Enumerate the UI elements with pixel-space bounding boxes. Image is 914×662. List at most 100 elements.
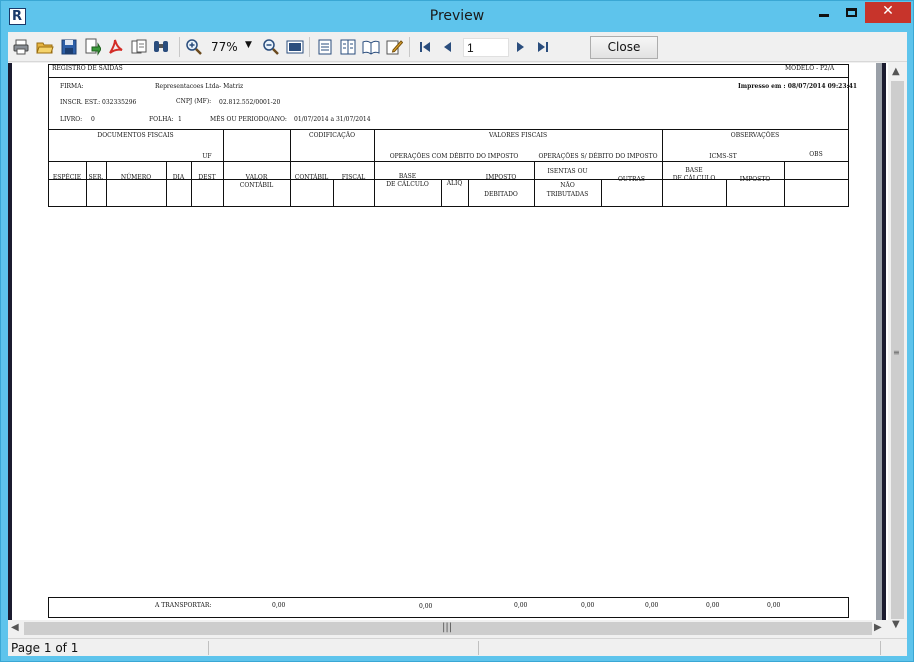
col-contabil: CONTÁBIL bbox=[294, 174, 329, 181]
preview-window: R Preview ✕ 77% ▼ 1 Close REGISTRO DE SA… bbox=[0, 0, 914, 662]
col-base: BASE bbox=[398, 173, 417, 180]
col-outras: OUTRAS bbox=[618, 176, 645, 183]
page-border-right bbox=[882, 63, 886, 635]
page-width-icon[interactable] bbox=[286, 38, 304, 56]
status-separator bbox=[208, 641, 209, 655]
edit-icon[interactable] bbox=[385, 38, 403, 56]
footer-value: 0,00 bbox=[767, 602, 781, 609]
window-close-button[interactable]: ✕ bbox=[865, 2, 911, 23]
footer-label: A TRANSPORTAR: bbox=[155, 602, 212, 609]
zoom-value: 77% bbox=[211, 40, 238, 54]
export-icon[interactable] bbox=[83, 38, 101, 56]
open-icon[interactable] bbox=[36, 38, 54, 56]
page-status: Page 1 of 1 bbox=[11, 641, 79, 655]
save-icon[interactable] bbox=[60, 38, 78, 56]
header-op-sem-debito: OPERAÇÕES S/ DÉBITO DO IMPOSTO bbox=[538, 153, 658, 160]
header-op-com-debito: OPERAÇÕES COM DÉBITO DO IMPOSTO bbox=[389, 153, 519, 160]
two-pages-icon[interactable] bbox=[339, 38, 357, 56]
next-page-icon[interactable] bbox=[511, 38, 529, 56]
horizontal-scroll-thumb[interactable]: ||| bbox=[24, 622, 872, 635]
inscr-label: INSCR. EST.: bbox=[60, 99, 101, 106]
col-nao: NÃO bbox=[560, 182, 575, 189]
col-dest: DEST bbox=[198, 174, 216, 181]
footer-value: 0,00 bbox=[581, 602, 595, 609]
maximize-icon bbox=[846, 8, 857, 17]
rule bbox=[223, 129, 224, 207]
livro-value: 0 bbox=[91, 116, 95, 123]
client-area: 77% ▼ 1 Close REGISTRO DE SAÍDAS MODELO … bbox=[8, 32, 907, 656]
chevron-down-icon: ▼ bbox=[245, 40, 252, 50]
footer-value: 0,00 bbox=[514, 602, 528, 609]
report-page: REGISTRO DE SAÍDAS MODELO - P2/A FIRMA: … bbox=[48, 63, 857, 635]
rule bbox=[848, 597, 849, 618]
status-bar: Page 1 of 1 bbox=[8, 638, 907, 656]
minimize-icon bbox=[819, 14, 829, 17]
header-obs: OBS bbox=[809, 151, 823, 158]
footer-value: 0,00 bbox=[272, 602, 286, 609]
rule bbox=[106, 161, 107, 207]
rule bbox=[726, 179, 727, 207]
cnpj-label: CNPJ (MF): bbox=[176, 98, 212, 105]
rule bbox=[48, 129, 848, 130]
report-title: REGISTRO DE SAÍDAS bbox=[52, 65, 123, 72]
periodo-label: MÊS OU PERIODO/ANO: bbox=[210, 116, 287, 123]
find-icon[interactable] bbox=[130, 38, 148, 56]
close-icon: ✕ bbox=[882, 3, 894, 19]
rule bbox=[48, 161, 848, 162]
horizontal-scrollbar[interactable]: ◀ ||| ▶ bbox=[8, 620, 888, 637]
prev-page-icon[interactable] bbox=[439, 38, 457, 56]
col-de-calculo-st: DE CÁLCULO bbox=[672, 175, 716, 182]
title-bar[interactable]: R Preview ✕ bbox=[1, 1, 913, 32]
toolbar: 77% ▼ 1 Close bbox=[8, 32, 907, 62]
report-viewport[interactable]: REGISTRO DE SAÍDAS MODELO - P2/A FIRMA: … bbox=[8, 63, 907, 635]
rule bbox=[48, 206, 848, 207]
report-modelo: MODELO - P2/A bbox=[785, 65, 835, 72]
header-valores-fiscais: VALORES FISCAIS bbox=[488, 132, 548, 139]
col-isentas-ou: ISENTAS OU bbox=[547, 168, 588, 175]
status-separator bbox=[478, 641, 479, 655]
scroll-left-icon[interactable]: ◀ bbox=[11, 622, 19, 633]
window-title: Preview bbox=[429, 8, 485, 24]
zoom-in-icon[interactable] bbox=[185, 38, 203, 56]
col-valor-contabil: CONTÁBIL bbox=[239, 182, 274, 189]
last-page-icon[interactable] bbox=[534, 38, 552, 56]
print-icon[interactable] bbox=[12, 38, 30, 56]
firma-label: FIRMA: bbox=[60, 83, 84, 90]
rule bbox=[290, 129, 291, 207]
rule bbox=[86, 161, 87, 207]
vertical-scrollbar[interactable]: ▲ ≡ ▼ bbox=[888, 63, 907, 635]
zoom-dropdown[interactable]: 77% ▼ bbox=[207, 38, 257, 57]
scroll-right-icon[interactable]: ▶ bbox=[874, 622, 882, 633]
col-imposto-st: IMPOSTO bbox=[739, 176, 771, 183]
maximize-button[interactable] bbox=[839, 2, 865, 23]
periodo-value: 01/07/2014 a 31/07/2014 bbox=[294, 116, 371, 123]
col-dia: DIA bbox=[172, 174, 185, 181]
binoculars-icon[interactable] bbox=[152, 38, 170, 56]
rule bbox=[48, 77, 848, 78]
vertical-scroll-thumb[interactable]: ≡ bbox=[891, 81, 904, 619]
folha-value: 1 bbox=[178, 116, 182, 123]
minimize-button[interactable] bbox=[809, 2, 839, 23]
first-page-icon[interactable] bbox=[416, 38, 434, 56]
rule bbox=[601, 179, 602, 207]
rule bbox=[48, 64, 848, 65]
zoom-out-icon[interactable] bbox=[262, 38, 280, 56]
cnpj-value: 02.812.552/0001-20 bbox=[219, 99, 281, 106]
toolbar-separator bbox=[179, 37, 180, 57]
header-icms-st: ICMS-ST bbox=[709, 153, 737, 160]
scroll-down-icon[interactable]: ▼ bbox=[892, 619, 900, 630]
folha-label: FOLHA: bbox=[149, 116, 174, 123]
col-valor: VALOR bbox=[245, 174, 268, 181]
page-number-input[interactable] bbox=[463, 38, 509, 57]
one-page-icon[interactable] bbox=[316, 38, 334, 56]
col-imposto: IMPOSTO bbox=[485, 174, 517, 181]
footer-value: 0,00 bbox=[706, 602, 720, 609]
col-base-st: BASE bbox=[685, 167, 703, 174]
rule bbox=[48, 597, 848, 598]
grip-icon: ≡ bbox=[893, 348, 900, 357]
scroll-up-icon[interactable]: ▲ bbox=[892, 66, 900, 77]
close-button[interactable]: Close bbox=[590, 36, 658, 59]
col-de-calculo: DE CÁLCULO bbox=[386, 181, 429, 188]
book-icon[interactable] bbox=[362, 38, 380, 56]
pdf-icon[interactable] bbox=[107, 38, 125, 56]
